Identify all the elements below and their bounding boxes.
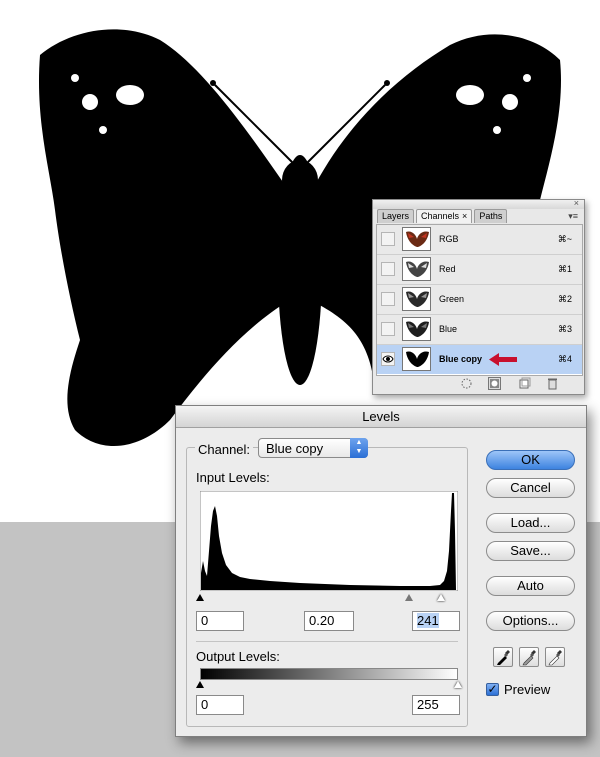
channel-shortcut: ⌘1 [557, 264, 572, 274]
levels-dialog: Levels Channel: Blue copy ▲ ▼ Input Level… [175, 405, 587, 737]
panel-titlebar[interactable]: × [373, 198, 584, 209]
divider [196, 641, 458, 642]
gray-eyedropper-icon[interactable] [519, 647, 539, 667]
panel-close-icon[interactable]: × [574, 198, 579, 208]
black-point-slider[interactable] [196, 594, 204, 601]
tab-paths-label: Paths [479, 211, 503, 221]
black-eyedropper-icon[interactable] [493, 647, 513, 667]
input-white-value: 241 [417, 613, 439, 628]
channel-row-green[interactable]: Green ⌘2 [377, 285, 582, 315]
visibility-toggle[interactable] [381, 262, 395, 276]
gamma-slider[interactable] [405, 594, 413, 601]
trash-icon[interactable] [546, 377, 559, 390]
histogram [200, 491, 458, 591]
dialog-title[interactable]: Levels [176, 406, 586, 428]
dotted-circle-icon[interactable] [460, 377, 473, 390]
channel-name: Red [439, 264, 456, 274]
input-white-field[interactable]: 241 [412, 611, 460, 631]
input-gamma-field[interactable]: 0.20 [304, 611, 354, 631]
tab-close-icon[interactable]: × [462, 211, 467, 221]
output-black-slider[interactable] [196, 681, 204, 688]
channel-thumbnail [402, 347, 431, 371]
panel-tabs: Layers Channels × Paths [377, 209, 509, 223]
output-black-field[interactable]: 0 [196, 695, 244, 715]
preview-label: Preview [504, 682, 551, 697]
visibility-toggle[interactable] [381, 322, 395, 336]
channel-label: Channel: [195, 442, 254, 457]
channel-row-red[interactable]: Red ⌘1 [377, 255, 582, 285]
channel-name: RGB [439, 234, 459, 244]
channel-select[interactable]: Blue copy ▲ ▼ [258, 438, 368, 458]
visibility-toggle[interactable] [381, 292, 395, 306]
input-slider[interactable] [196, 594, 458, 602]
channel-thumbnail [402, 317, 431, 341]
auto-button[interactable]: Auto [486, 576, 575, 596]
tab-paths[interactable]: Paths [474, 209, 508, 223]
channel-shortcut: ⌘~ [557, 234, 572, 244]
save-button[interactable]: Save... [486, 541, 575, 561]
channel-thumbnail [402, 257, 431, 281]
panel-menu-icon[interactable]: ▾≡ [568, 211, 578, 222]
tab-layers-label: Layers [382, 211, 410, 221]
load-button[interactable]: Load... [486, 513, 575, 533]
channel-shortcut: ⌘2 [557, 294, 572, 304]
tab-layers[interactable]: Layers [377, 209, 415, 223]
channel-shortcut: ⌘4 [557, 354, 572, 364]
channel-row-blue-copy[interactable]: Blue copy ⌘4 [377, 345, 582, 374]
panel-footer [376, 376, 581, 392]
visibility-toggle[interactable] [381, 232, 395, 246]
channel-name: Blue copy [439, 354, 483, 364]
channel-list: RGB ⌘~ Red ⌘1 Green ⌘2 Blue ⌘3 Blue copy… [376, 224, 583, 376]
white-point-slider[interactable] [437, 594, 445, 601]
input-gamma-value: 0.20 [309, 613, 335, 628]
channel-name: Green [439, 294, 465, 304]
new-channel-icon[interactable] [518, 377, 531, 390]
mask-icon[interactable] [488, 377, 501, 390]
visibility-toggle[interactable] [381, 352, 395, 366]
channel-shortcut: ⌘3 [557, 324, 572, 334]
options-button[interactable]: Options... [486, 611, 575, 631]
channel-name: Blue [439, 324, 458, 334]
input-black-value: 0 [201, 613, 209, 628]
red-arrow-icon [489, 353, 517, 366]
output-levels-label: Output Levels: [196, 649, 280, 664]
output-gradient [200, 668, 458, 680]
channel-select-value: Blue copy [266, 441, 324, 456]
preview-checkbox[interactable]: ✓ [486, 683, 499, 696]
output-black-value: 0 [201, 697, 209, 712]
white-eyedropper-icon[interactable] [545, 647, 565, 667]
channel-row-rgb[interactable]: RGB ⌘~ [377, 225, 582, 255]
select-arrows-icon: ▲ ▼ [350, 438, 368, 458]
output-white-value: 255 [417, 697, 439, 712]
channels-panel: × Layers Channels × Paths ▾≡ RGB ⌘~ Red ⌘… [372, 198, 585, 395]
input-levels-label: Input Levels: [196, 470, 270, 485]
tab-channels-label: Channels [421, 211, 460, 221]
channel-thumbnail [402, 287, 431, 311]
tab-channels[interactable]: Channels × [416, 209, 473, 223]
output-white-field[interactable]: 255 [412, 695, 460, 715]
eye-icon [382, 355, 394, 363]
channel-thumbnail [402, 227, 431, 251]
ok-button[interactable]: OK [486, 450, 575, 470]
cancel-button[interactable]: Cancel [486, 478, 575, 498]
input-black-field[interactable]: 0 [196, 611, 244, 631]
channel-row-blue[interactable]: Blue ⌘3 [377, 315, 582, 345]
output-white-slider[interactable] [454, 681, 462, 688]
